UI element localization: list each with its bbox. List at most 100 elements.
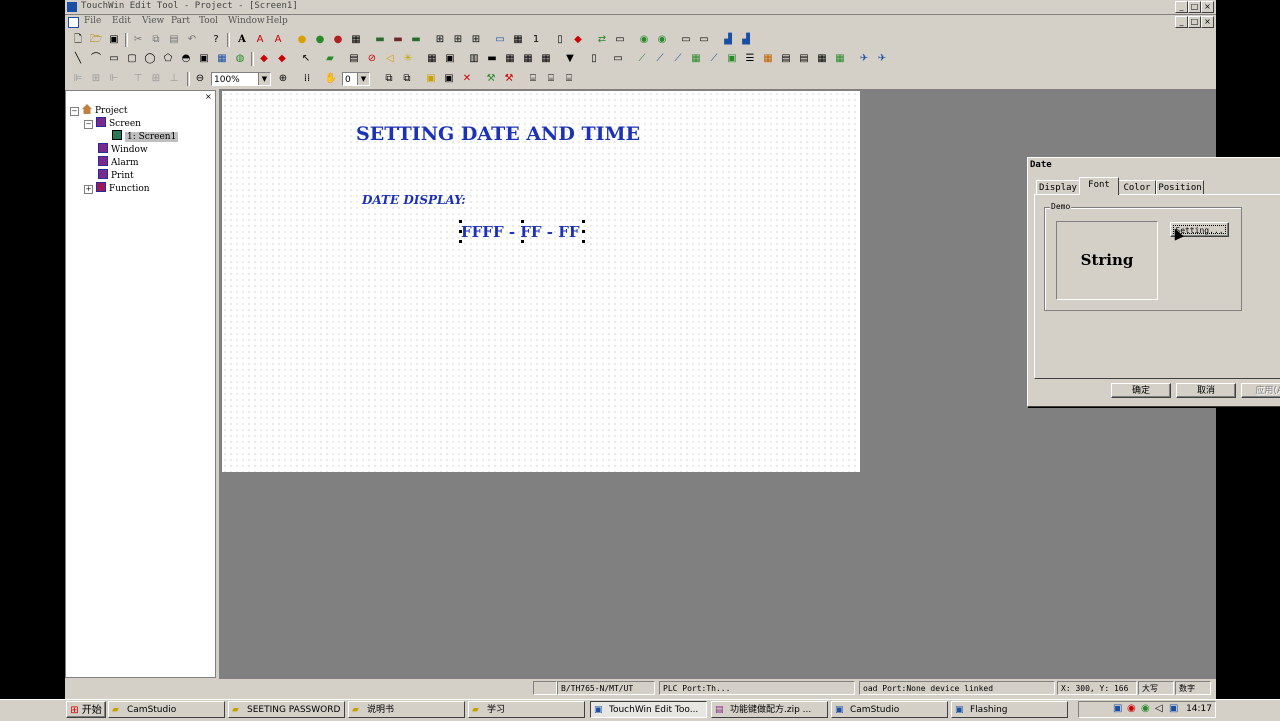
- child-restore-button[interactable]: □: [1188, 16, 1201, 28]
- list2-icon[interactable]: ▤: [797, 52, 811, 66]
- grid2-icon[interactable]: ▦: [833, 52, 847, 66]
- align-right-icon[interactable]: ⊩: [107, 72, 121, 86]
- tool-b-icon[interactable]: ◆: [275, 52, 289, 66]
- taskbar-item-flashing[interactable]: ▣ Flashing: [951, 701, 1068, 718]
- tree-item-print[interactable]: Print: [98, 169, 134, 181]
- phone-icon[interactable]: ▯: [553, 33, 567, 47]
- globe2-icon[interactable]: ◉: [655, 33, 669, 47]
- taskbar-item-manual[interactable]: ▰ 说明书: [348, 701, 465, 718]
- menu-help[interactable]: Help: [266, 16, 288, 26]
- resize-handle[interactable]: [521, 240, 524, 243]
- import-icon[interactable]: ▰: [323, 52, 337, 66]
- tree-item-alarm[interactable]: Alarm: [98, 156, 139, 168]
- picture-part-icon[interactable]: ▦: [349, 33, 363, 47]
- lcd-icon[interactable]: ▭: [493, 33, 507, 47]
- text-style-icon[interactable]: A: [253, 33, 267, 47]
- child-minimize-button[interactable]: _: [1175, 16, 1188, 28]
- layer-icon[interactable]: ☰: [743, 52, 757, 66]
- ellipse-icon[interactable]: ◯: [143, 52, 157, 66]
- light-icon[interactable]: ✳: [401, 52, 415, 66]
- align-top-icon[interactable]: ⊤: [131, 72, 145, 86]
- align-bottom-icon[interactable]: ⊥: [167, 72, 181, 86]
- ok-button[interactable]: 确定: [1111, 383, 1171, 398]
- menu-view[interactable]: View: [142, 16, 164, 26]
- table-icon[interactable]: ▥: [467, 52, 481, 66]
- new-icon[interactable]: 🗋: [71, 33, 85, 47]
- bring-front-icon[interactable]: ▣: [424, 72, 438, 86]
- chart3-icon[interactable]: ▣: [725, 52, 739, 66]
- alarm-part-icon[interactable]: ●: [331, 33, 345, 47]
- zoom-in-icon[interactable]: ⊕: [276, 72, 290, 86]
- resize-handle[interactable]: [459, 240, 462, 243]
- hand-icon[interactable]: ✋: [324, 72, 338, 86]
- tab-color[interactable]: Color: [1118, 180, 1156, 195]
- zoom-out-icon[interactable]: ⊖: [193, 72, 207, 86]
- shield-icon[interactable]: ▼: [563, 52, 577, 66]
- tray-icon[interactable]: ◉: [1127, 703, 1136, 714]
- start-button[interactable]: ⊞ 开始: [66, 701, 106, 718]
- tree-item-function[interactable]: + Function: [84, 182, 150, 194]
- clock[interactable]: 14:17: [1186, 704, 1212, 714]
- tray-icon[interactable]: ◉: [1141, 703, 1150, 714]
- text-style2-icon[interactable]: A: [271, 33, 285, 47]
- tab-position[interactable]: Position: [1156, 180, 1204, 195]
- part-list-icon[interactable]: ▤: [347, 52, 361, 66]
- frame-rect-icon[interactable]: ▣: [197, 52, 211, 66]
- button-part-icon[interactable]: ●: [313, 33, 327, 47]
- menu-tool[interactable]: Tool: [199, 16, 218, 26]
- taskbar-item-touchwin[interactable]: ▣ TouchWin Edit Too...: [590, 701, 707, 718]
- canvas-title-text[interactable]: SETTING DATE AND TIME: [356, 123, 640, 145]
- delete-icon[interactable]: ✕: [460, 72, 474, 86]
- speaker-icon[interactable]: ◁: [383, 52, 397, 66]
- ruler-icon[interactable]: ▭: [611, 52, 625, 66]
- counter-icon[interactable]: 1: [529, 33, 543, 47]
- date-display-part[interactable]: FFFF - FF - FF: [459, 220, 585, 243]
- collapse-icon[interactable]: −: [84, 120, 93, 129]
- tree-item-project[interactable]: − Project: [70, 104, 128, 116]
- text-icon[interactable]: A: [235, 33, 249, 47]
- help-icon[interactable]: ?: [209, 33, 223, 47]
- chevron-down-icon[interactable]: ▼: [258, 73, 270, 85]
- grid-part-icon[interactable]: ▦: [425, 52, 439, 66]
- select-icon[interactable]: ↖: [299, 52, 313, 66]
- ungroup-icon[interactable]: ⧉: [400, 72, 414, 86]
- window-part-icon[interactable]: ▣: [443, 52, 457, 66]
- save-icon[interactable]: ▣: [107, 33, 121, 47]
- chart2-icon[interactable]: ⟋: [707, 52, 721, 66]
- rectangle-icon[interactable]: ▭: [107, 52, 121, 66]
- plane2-icon[interactable]: ✈: [875, 52, 889, 66]
- collapse-icon[interactable]: −: [70, 107, 79, 116]
- menu-part[interactable]: Part: [171, 16, 190, 26]
- tool-y-icon[interactable]: ⚒: [502, 72, 516, 86]
- tool-x-icon[interactable]: ⚒: [484, 72, 498, 86]
- screen-icon[interactable]: ▭: [613, 33, 627, 47]
- tree-item-window[interactable]: Window: [98, 143, 148, 155]
- data-input-icon[interactable]: ▬: [391, 33, 405, 47]
- chart-icon[interactable]: ▦: [689, 52, 703, 66]
- resize-handle[interactable]: [459, 230, 462, 233]
- resize-handle[interactable]: [582, 240, 585, 243]
- resize-handle[interactable]: [582, 220, 585, 223]
- align-middle-icon[interactable]: ⊞: [149, 72, 163, 86]
- minimize-button[interactable]: _: [1175, 1, 1188, 13]
- recipe-icon[interactable]: ◆: [571, 33, 585, 47]
- apply-button[interactable]: 应用(A): [1241, 383, 1280, 398]
- cut-icon[interactable]: ✂: [131, 33, 145, 47]
- screen-canvas[interactable]: SETTING DATE AND TIME DATE DISPLAY: FFFF…: [222, 91, 860, 472]
- print2-icon[interactable]: ⌸: [544, 72, 558, 86]
- close-button[interactable]: ×: [1201, 1, 1214, 13]
- menu-edit[interactable]: Edit: [112, 16, 131, 26]
- grid-icon[interactable]: ▦: [815, 52, 829, 66]
- bar-chart-icon[interactable]: ▟: [721, 33, 735, 47]
- tab-display[interactable]: Display: [1036, 180, 1080, 195]
- list-icon[interactable]: ▤: [779, 52, 793, 66]
- menu-file[interactable]: File: [84, 16, 101, 26]
- stop-icon[interactable]: ⊘: [365, 52, 379, 66]
- tree-item-screen1[interactable]: 1: Screen1: [112, 130, 179, 142]
- line-width-icon[interactable]: ▭: [679, 33, 693, 47]
- trend-icon[interactable]: ⟋: [635, 52, 649, 66]
- zoom-combo[interactable]: 100% ▼: [211, 72, 271, 86]
- globe-icon[interactable]: ◉: [637, 33, 651, 47]
- frame3-icon[interactable]: ⊞: [469, 33, 483, 47]
- trend3-icon[interactable]: ⟋: [671, 52, 685, 66]
